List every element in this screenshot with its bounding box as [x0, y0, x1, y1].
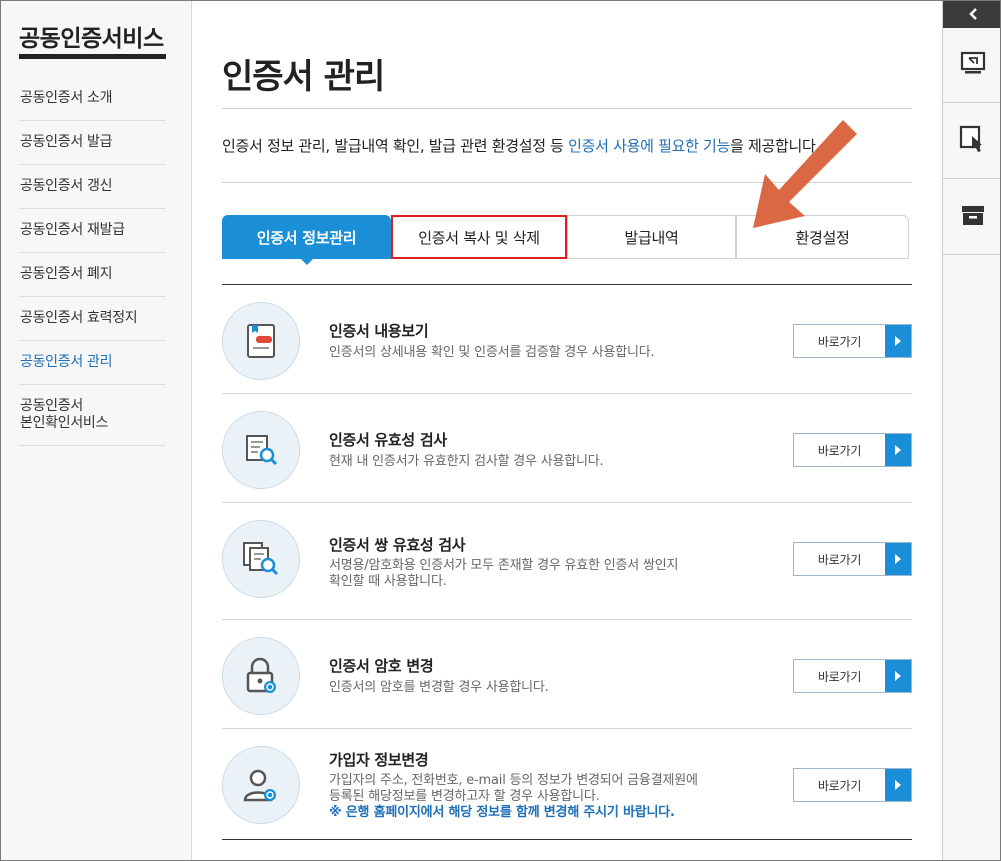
go-button-label: 바로가기	[817, 443, 862, 458]
chevron-right-icon	[885, 769, 911, 801]
list-bottom-border	[222, 839, 912, 840]
chevron-right-icon	[885, 660, 911, 692]
sidebar-item-identity-line1: 공동인증서	[20, 398, 83, 414]
item-title: 가입자 정보변경	[329, 751, 429, 769]
password-lock-icon	[222, 637, 300, 715]
list-top-border	[222, 284, 912, 285]
sidebar-item-reissue[interactable]: 공동인증서 재발급	[19, 209, 166, 253]
validity-check-icon	[222, 411, 300, 489]
page-title: 인증서 관리	[222, 57, 385, 97]
item-divider	[222, 728, 912, 729]
chevron-right-icon	[885, 543, 911, 575]
item-description-line2: 등록된 해당정보를 변경하고자 할 경우 사용합니다.	[329, 789, 600, 804]
toolbar-screen-button[interactable]	[943, 28, 1000, 103]
intro-part2: 을 제공합니다.	[730, 137, 820, 155]
intro-text: 인증서 정보 관리, 발급내역 확인, 발급 관련 환경설정 등 인증서 사용에…	[222, 135, 820, 156]
touch-screen-icon	[959, 125, 987, 157]
item-title: 인증서 암호 변경	[329, 657, 434, 675]
sidebar-item-revoke[interactable]: 공동인증서 폐지	[19, 253, 166, 297]
chevron-right-icon	[885, 434, 911, 466]
collapse-button[interactable]	[943, 1, 1000, 28]
tab-issue-history-label: 발급내역	[624, 228, 679, 247]
intro-part1: 인증서 정보 관리, 발급내역 확인, 발급 관련 환경설정 등	[222, 137, 569, 155]
intro-highlight: 인증서 사용에 필요한 기능	[568, 137, 731, 155]
go-button-label: 바로가기	[817, 669, 862, 684]
sidebar-item-intro[interactable]: 공동인증서 소개	[19, 77, 166, 121]
tab-cert-info-label: 인증서 정보관리	[256, 228, 357, 247]
go-button-label: 바로가기	[817, 778, 862, 793]
item-divider	[222, 393, 912, 394]
go-button-validity-check[interactable]: 바로가기	[793, 433, 912, 467]
item-description: 인증서의 암호를 변경할 경우 사용합니다.	[329, 680, 549, 695]
chevron-right-icon	[885, 325, 911, 357]
tab-copy-delete-label: 인증서 복사 및 삭제	[418, 228, 540, 247]
certificate-view-icon	[222, 302, 300, 380]
item-title: 인증서 쌍 유효성 검사	[329, 536, 466, 554]
tab-issue-history[interactable]: 발급내역	[567, 215, 736, 259]
tab-copy-delete[interactable]: 인증서 복사 및 삭제	[391, 215, 567, 259]
item-description: 가입자의 주소, 전화번호, e-mail 등의 정보가 변경되어 금융결제원에…	[329, 773, 698, 821]
title-divider	[222, 108, 912, 109]
list-item: 인증서 쌍 유효성 검사 서명용/암호화용 인증서가 모두 존재할 경우 유효한…	[222, 520, 912, 618]
list-item: 인증서 내용보기 인증서의 상세내용 확인 및 인증서를 검증할 경우 사용합니…	[222, 302, 912, 392]
sidebar-item-issue[interactable]: 공동인증서 발급	[19, 121, 166, 165]
list-item: 인증서 암호 변경 인증서의 암호를 변경할 경우 사용합니다. 바로가기	[222, 637, 912, 727]
item-divider	[222, 619, 912, 620]
go-button-label: 바로가기	[817, 552, 862, 567]
pair-validity-icon	[222, 520, 300, 598]
sidebar-title-underline	[19, 54, 166, 59]
tab-settings-label: 환경설정	[795, 228, 850, 247]
active-tab-caret	[299, 258, 314, 265]
go-button-password-change[interactable]: 바로가기	[793, 659, 912, 693]
user-info-icon	[222, 746, 300, 824]
tab-settings[interactable]: 환경설정	[736, 215, 909, 259]
sidebar-item-manage[interactable]: 공동인증서 관리	[19, 341, 166, 385]
go-button-cert-view[interactable]: 바로가기	[793, 324, 912, 358]
go-button-pair-validity[interactable]: 바로가기	[793, 542, 912, 576]
list-item: 가입자 정보변경 가입자의 주소, 전화번호, e-mail 등의 정보가 변경…	[222, 746, 912, 836]
sidebar-item-identity[interactable]: 공동인증서 본인확인서비스	[19, 385, 166, 446]
item-description: 인증서의 상세내용 확인 및 인증서를 검증할 경우 사용합니다.	[329, 345, 655, 360]
item-description-line1: 서명용/암호화용 인증서가 모두 존재할 경우 유효한 인증서 쌍인지	[329, 558, 679, 573]
sidebar-item-suspend[interactable]: 공동인증서 효력정지	[19, 297, 166, 341]
item-divider	[222, 502, 912, 503]
chevron-left-icon	[968, 5, 978, 24]
sidebar-item-identity-line2: 본인확인서비스	[20, 415, 109, 431]
item-notice: ※ 은행 홈페이지에서 해당 정보를 함께 변경해 주시기 바랍니다.	[329, 805, 675, 820]
intro-divider	[222, 182, 912, 183]
archive-box-icon	[960, 203, 986, 231]
tab-cert-info[interactable]: 인증서 정보관리	[222, 215, 391, 265]
item-description: 서명용/암호화용 인증서가 모두 존재할 경우 유효한 인증서 쌍인지 확인할 …	[329, 558, 678, 590]
sidebar-menu: 공동인증서 소개 공동인증서 발급 공동인증서 갱신 공동인증서 재발급 공동인…	[19, 77, 166, 446]
go-button-label: 바로가기	[817, 334, 862, 349]
annotation-arrow-icon	[753, 120, 857, 228]
main-content: 인증서 관리 인증서 정보 관리, 발급내역 확인, 발급 관련 환경설정 등 …	[192, 1, 942, 860]
item-title: 인증서 내용보기	[329, 322, 429, 340]
list-item: 인증서 유효성 검사 현재 내 인증서가 유효한지 검사할 경우 사용합니다. …	[222, 411, 912, 501]
toolbar-touch-button[interactable]	[943, 104, 1000, 179]
item-description-line2: 확인할 때 사용합니다.	[329, 574, 447, 589]
item-title: 인증서 유효성 검사	[329, 431, 447, 449]
toolbar-archive-button[interactable]	[943, 180, 1000, 255]
item-description: 현재 내 인증서가 유효한지 검사할 경우 사용합니다.	[329, 454, 604, 469]
sidebar-title: 공동인증서비스	[19, 26, 164, 52]
app-window: 공동인증서비스 공동인증서 소개 공동인증서 발급 공동인증서 갱신 공동인증서…	[0, 0, 1001, 861]
sidebar: 공동인증서비스 공동인증서 소개 공동인증서 발급 공동인증서 갱신 공동인증서…	[1, 1, 192, 860]
go-button-user-info[interactable]: 바로가기	[793, 768, 912, 802]
monitor-icon	[960, 50, 986, 80]
sidebar-item-renew[interactable]: 공동인증서 갱신	[19, 165, 166, 209]
right-toolbar	[942, 1, 1000, 860]
item-description-line1: 가입자의 주소, 전화번호, e-mail 등의 정보가 변경되어 금융결제원에	[329, 773, 698, 788]
